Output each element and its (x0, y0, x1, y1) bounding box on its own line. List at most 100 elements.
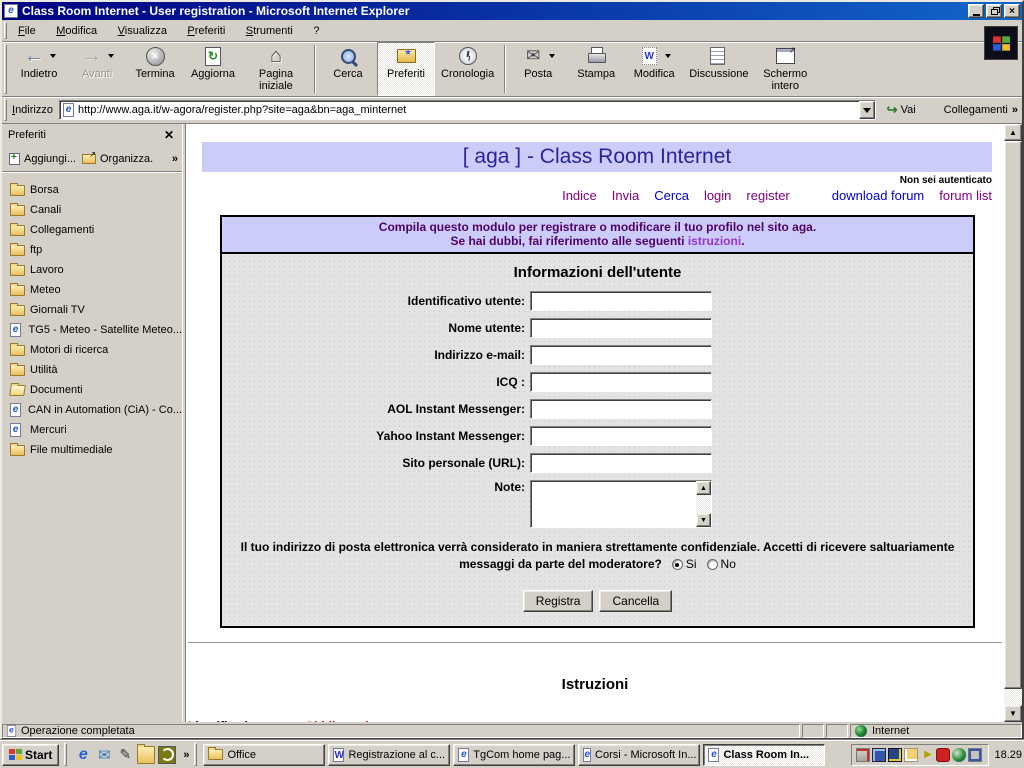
chevron-more-icon[interactable]: » (172, 153, 178, 165)
cerca-link[interactable]: Cerca (654, 188, 689, 203)
preferiti-menu[interactable]: Preferiti (179, 22, 233, 40)
ie-quicklaunch-icon[interactable] (74, 746, 92, 764)
organize-favorites-button[interactable]: Organizza. (79, 151, 156, 167)
discussion-button[interactable]: Discussione (683, 42, 751, 96)
-menu[interactable]: ? (305, 22, 327, 40)
network-tray-icon[interactable] (968, 748, 982, 762)
favorite-item[interactable]: Borsa (2, 180, 182, 200)
address-input[interactable]: http://www.aga.it/w-agora/register.php?s… (59, 100, 876, 120)
icq-input[interactable] (530, 372, 712, 392)
favorite-item[interactable]: CAN in Automation (CiA) - Co... (2, 400, 182, 420)
stop-button[interactable]: Termina (126, 42, 184, 96)
sito-personale-url-input[interactable] (530, 453, 712, 473)
accessibility-tray-icon[interactable] (904, 748, 918, 762)
file-menu[interactable]: File (10, 22, 44, 40)
favorite-item[interactable]: Collegamenti (2, 220, 182, 240)
favorite-item[interactable]: Motori di ricerca (2, 340, 182, 360)
task-button[interactable]: Class Room In... (703, 744, 825, 766)
chevron-down-icon[interactable] (108, 54, 114, 58)
display-tray-icon[interactable] (872, 748, 886, 762)
istruzioni-link[interactable]: istruzioni (688, 234, 741, 248)
start-button[interactable]: Start (2, 744, 59, 766)
favorite-item[interactable]: File multimediale (2, 440, 182, 460)
pen-quicklaunch-icon[interactable] (116, 746, 134, 764)
favorites-close-icon[interactable]: ✕ (162, 128, 176, 142)
indice-link[interactable]: Indice (562, 188, 597, 203)
chevron-down-icon[interactable] (50, 54, 56, 58)
aol-instant-messenger-input[interactable] (530, 399, 712, 419)
toolbar-grip[interactable] (4, 44, 7, 94)
radio-si[interactable] (672, 559, 683, 570)
task-button[interactable]: Corsi - Microsoft In... (578, 744, 700, 766)
identificativo-utente-input[interactable] (530, 291, 712, 311)
visualizza-menu[interactable]: Visualizza (110, 22, 175, 40)
mail-button[interactable]: Posta (509, 42, 567, 96)
scrollbar-thumb[interactable] (1004, 141, 1022, 689)
note-textarea[interactable]: ▲ ▼ (530, 480, 712, 528)
taskbar-grip[interactable] (64, 743, 67, 766)
content-scrollbar[interactable]: ▲ ▼ (1004, 124, 1022, 722)
scroll-down-icon[interactable]: ▼ (1004, 705, 1022, 722)
volume-tray-icon[interactable] (920, 748, 934, 762)
go-button[interactable]: ↪ Vai (880, 100, 923, 120)
task-button[interactable]: TgCom home pag... (453, 744, 575, 766)
minimize-button[interactable] (968, 4, 984, 18)
download-forum-link[interactable]: download forum (832, 188, 925, 203)
favorite-item[interactable]: ftp (2, 240, 182, 260)
forum-list-link[interactable]: forum list (939, 188, 992, 203)
radio-no[interactable] (707, 559, 718, 570)
favorites-button[interactable]: Preferiti (377, 42, 435, 96)
address-dropdown-button[interactable] (859, 101, 875, 119)
favorite-item[interactable]: Mercuri (2, 420, 182, 440)
yahoo-instant-messenger-input[interactable] (530, 426, 712, 446)
scroll-up-icon[interactable]: ▲ (696, 481, 711, 495)
login-link[interactable]: login (704, 188, 731, 203)
favorite-item[interactable]: Canali (2, 200, 182, 220)
registra-button[interactable]: Registra (523, 590, 594, 612)
links-button[interactable]: Collegamenti » (936, 101, 1022, 119)
invia-link[interactable]: Invia (612, 188, 639, 203)
favorite-item[interactable]: Lavoro (2, 260, 182, 280)
home-button[interactable]: Pagina iniziale (242, 42, 310, 96)
refresh-button[interactable]: Aggiorna (184, 42, 242, 96)
ati-tray-icon[interactable] (936, 748, 950, 762)
modifica-menu[interactable]: Modifica (48, 22, 105, 40)
textarea-scrollbar[interactable]: ▲ ▼ (696, 481, 711, 527)
scroll-up-icon[interactable]: ▲ (1004, 124, 1022, 141)
favorite-item[interactable]: Giornali TV (2, 300, 182, 320)
favorite-item[interactable]: Utilità (2, 360, 182, 380)
fullscreen-button[interactable]: Schermo intero (751, 42, 819, 96)
graphics-tray-icon[interactable] (888, 748, 902, 762)
channels-quicklaunch-icon[interactable] (158, 746, 176, 764)
task-button[interactable]: Office (203, 744, 325, 766)
chevron-down-icon[interactable] (549, 54, 555, 58)
history-button[interactable]: Cronologia (435, 42, 500, 96)
register-link[interactable]: register (746, 188, 789, 203)
addressbar-grip[interactable] (4, 99, 7, 121)
taskbar-grip[interactable] (194, 743, 197, 766)
globe-tray-icon[interactable] (952, 748, 966, 762)
restore-button[interactable] (986, 4, 1002, 18)
scheduler-tray-icon[interactable] (856, 748, 870, 762)
chevron-down-icon[interactable] (665, 54, 671, 58)
search-button[interactable]: Cerca (319, 42, 377, 96)
strumenti-menu[interactable]: Strumenti (238, 22, 301, 40)
close-button[interactable]: × (1004, 4, 1020, 18)
outlook-express-quicklaunch-icon[interactable] (95, 746, 113, 764)
nome-utente-input[interactable] (530, 318, 712, 338)
print-button[interactable]: Stampa (567, 42, 625, 96)
chevron-more-icon[interactable]: » (183, 749, 189, 761)
favorite-item[interactable]: Meteo (2, 280, 182, 300)
add-favorite-button[interactable]: Aggiungi... (6, 151, 79, 167)
indirizzo-e-mail-input[interactable] (530, 345, 712, 365)
favorite-item[interactable]: Documenti (2, 380, 182, 400)
forward-button[interactable]: Avanti (68, 42, 126, 96)
menu-grip[interactable] (4, 22, 7, 39)
cancella-button[interactable]: Cancella (599, 590, 672, 612)
back-button[interactable]: Indietro (10, 42, 68, 96)
task-button[interactable]: Registrazione al c... (328, 744, 450, 766)
edit-button[interactable]: Modifica (625, 42, 683, 96)
favorite-item[interactable]: TG5 - Meteo - Satellite Meteo... (2, 320, 182, 340)
scroll-down-icon[interactable]: ▼ (696, 513, 711, 527)
folder-quicklaunch-icon[interactable] (137, 746, 155, 764)
